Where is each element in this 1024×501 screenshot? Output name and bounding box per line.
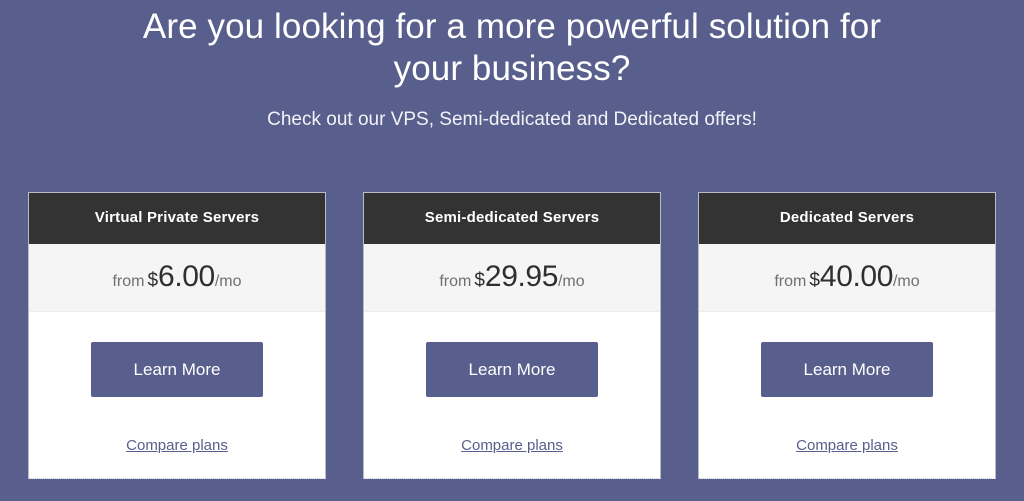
price-period: /mo: [214, 273, 242, 290]
plan-price: from $6.00/mo: [29, 244, 325, 312]
page-title: Are you looking for a more powerful solu…: [142, 7, 882, 88]
pricing-plans-row: Virtual Private Servers from $6.00/mo Lea…: [28, 192, 996, 479]
plan-title: Semi-dedicated Servers: [364, 193, 660, 244]
price-amount: 29.95: [484, 260, 558, 293]
plan-title: Virtual Private Servers: [29, 193, 325, 244]
plan-body: Learn More Compare plans: [364, 312, 660, 478]
price-amount: 40.00: [819, 260, 893, 293]
learn-more-button[interactable]: Learn More: [426, 342, 598, 397]
compare-plans-link[interactable]: Compare plans: [461, 437, 563, 454]
price-prefix: from: [112, 273, 145, 290]
plan-price: from $40.00/mo: [699, 244, 995, 312]
promo-subtitle: Check out our VPS, Semi-dedicated and De…: [267, 109, 757, 130]
plan-card-semi-dedicated-servers: Semi-dedicated Servers from $29.95/mo Lea…: [363, 192, 661, 479]
price-currency: $: [474, 270, 485, 291]
plan-card-dedicated-servers: Dedicated Servers from $40.00/mo Learn Mo…: [698, 192, 996, 479]
compare-plans-link[interactable]: Compare plans: [796, 437, 898, 454]
plan-body: Learn More Compare plans: [699, 312, 995, 478]
price-currency: $: [809, 270, 820, 291]
price-amount: 6.00: [158, 260, 215, 293]
plan-card-virtual-private-servers: Virtual Private Servers from $6.00/mo Lea…: [28, 192, 326, 479]
upsell-promo-section: Are you looking for a more powerful solu…: [0, 0, 1024, 501]
price-period: /mo: [557, 273, 585, 290]
price-period: /mo: [892, 273, 920, 290]
price-prefix: from: [774, 273, 807, 290]
plan-title: Dedicated Servers: [699, 193, 995, 244]
learn-more-button[interactable]: Learn More: [91, 342, 263, 397]
plan-price: from $29.95/mo: [364, 244, 660, 312]
learn-more-button[interactable]: Learn More: [761, 342, 933, 397]
compare-plans-link[interactable]: Compare plans: [126, 437, 228, 454]
price-currency: $: [147, 270, 159, 291]
promo-heading-block: Are you looking for a more powerful solu…: [112, 0, 912, 132]
price-prefix: from: [439, 273, 472, 290]
plan-body: Learn More Compare plans: [29, 312, 325, 478]
